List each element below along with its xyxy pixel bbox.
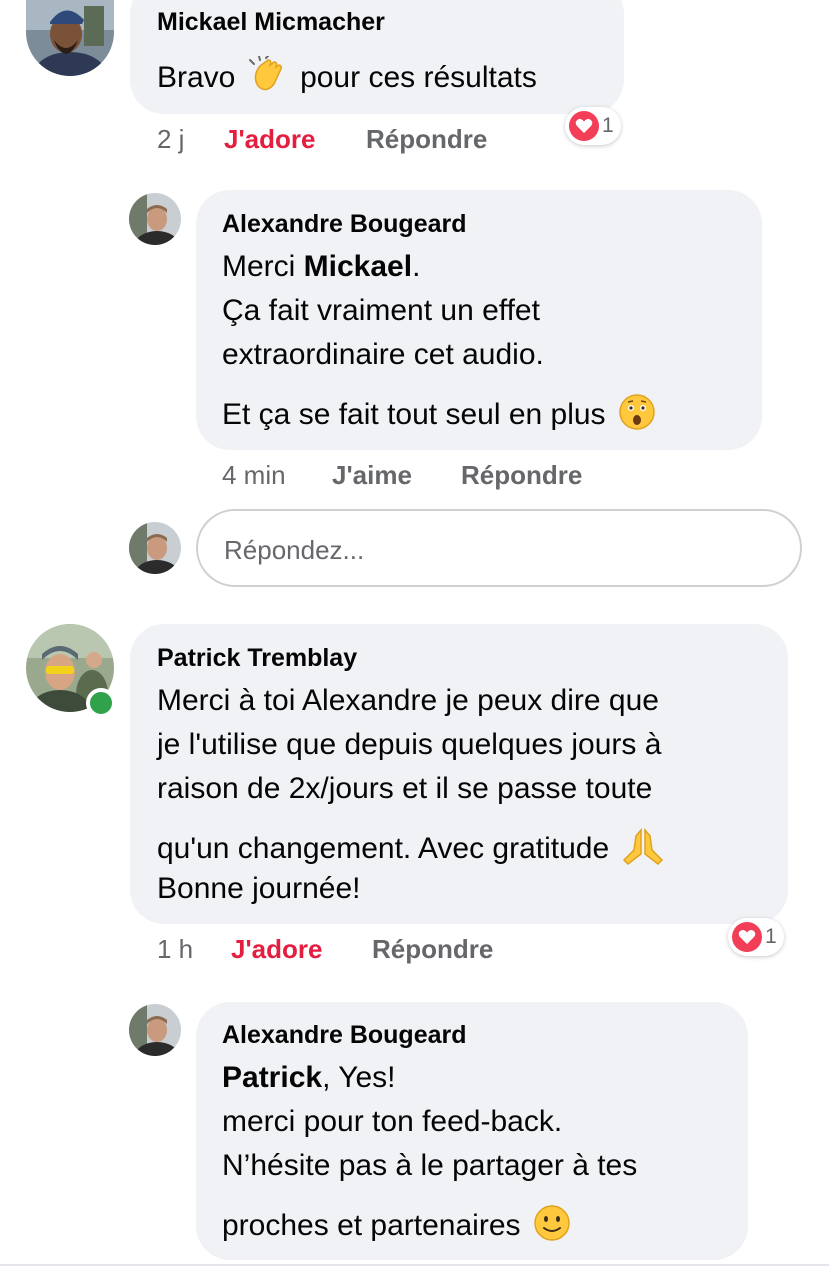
reply-button[interactable]: Répondre: [366, 124, 487, 155]
like-button[interactable]: J'aime: [332, 460, 412, 491]
avatar-current-user: [129, 522, 181, 574]
reaction-summary[interactable]: 1: [728, 918, 784, 956]
comment-text-line: je l'utilise que depuis quelques jours à: [157, 728, 662, 761]
heart-icon: [732, 922, 762, 952]
avatar-alexandre-image: [129, 1004, 181, 1056]
avatar-alexandre-image: [129, 193, 181, 245]
reaction-summary[interactable]: 1: [565, 107, 621, 145]
comment-time[interactable]: 4 min: [222, 460, 286, 491]
comment-text: Bravo pour ces résultats: [157, 55, 537, 102]
reply-button[interactable]: Répondre: [372, 934, 493, 965]
comment-text-part: , Yes!: [322, 1061, 396, 1094]
comment-text-part: qu'un changement. Avec gratitude: [157, 831, 610, 865]
avatar-mickael[interactable]: [26, 0, 114, 76]
reaction-button[interactable]: J'adore: [231, 934, 322, 965]
folded-hands-icon: [622, 826, 664, 874]
comment-text-line: qu'un changement. Avec gratitude: [157, 826, 668, 874]
bottom-divider: [0, 1264, 829, 1266]
avatar-mickael-image: [26, 0, 114, 76]
mention[interactable]: Patrick: [222, 1061, 322, 1094]
astonished-face-icon: [618, 393, 656, 439]
comment-text-line: Merci à toi Alexandre je peux dire que: [157, 684, 659, 717]
comment-text-line: Et ça se fait tout seul en plus: [222, 393, 660, 439]
avatar-alexandre[interactable]: [129, 1004, 181, 1056]
comment-text-line: Patrick, Yes!: [222, 1061, 395, 1095]
comment-text-line: Ça fait vraiment un effet: [222, 294, 540, 327]
comment-time[interactable]: 2 j: [157, 124, 184, 155]
comment-text-line: Merci Mickael.: [222, 250, 420, 284]
comment-text-line: raison de 2x/jours et il se passe toute: [157, 772, 653, 805]
reply-input[interactable]: Répondez...: [196, 509, 802, 587]
comment-text-line: Bonne journée!: [157, 872, 361, 905]
comment-author[interactable]: Patrick Tremblay: [157, 644, 357, 673]
comment-text-line: N’hésite pas à le partager à tes: [222, 1149, 638, 1182]
avatar-current-user-image: [129, 522, 181, 574]
mention[interactable]: Mickael: [304, 250, 412, 283]
reply-button[interactable]: Répondre: [461, 460, 582, 491]
comment-text-line: merci pour ton feed-back.: [222, 1105, 563, 1138]
heart-icon: [569, 111, 599, 141]
comment-author[interactable]: Alexandre Bougeard: [222, 1021, 467, 1050]
comment-text-part: proches et partenaires: [222, 1208, 521, 1242]
comment-text-part: .: [412, 250, 421, 283]
comment-time[interactable]: 1 h: [157, 934, 193, 965]
comment-text-line: proches et partenaires: [222, 1204, 575, 1250]
comment-text-part: Et ça se fait tout seul en plus: [222, 397, 606, 431]
reply-placeholder: Répondez...: [224, 535, 365, 565]
comment-author[interactable]: Mickael Micmacher: [157, 8, 385, 37]
reaction-count: 1: [765, 925, 777, 948]
comment-text-part: Merci: [222, 250, 304, 283]
comment-text-part: Bravo: [157, 60, 236, 94]
comment-author[interactable]: Alexandre Bougeard: [222, 210, 467, 239]
slightly-smiling-face-icon: [533, 1204, 571, 1250]
reaction-count: 1: [602, 114, 614, 137]
online-status-indicator: [86, 688, 116, 718]
comment-text-line: extraordinaire cet audio.: [222, 338, 544, 371]
comment-text-part: pour ces résultats: [300, 60, 537, 94]
avatar-alexandre[interactable]: [129, 193, 181, 245]
reaction-button[interactable]: J'adore: [224, 124, 315, 155]
clapping-hands-icon: [248, 55, 288, 102]
